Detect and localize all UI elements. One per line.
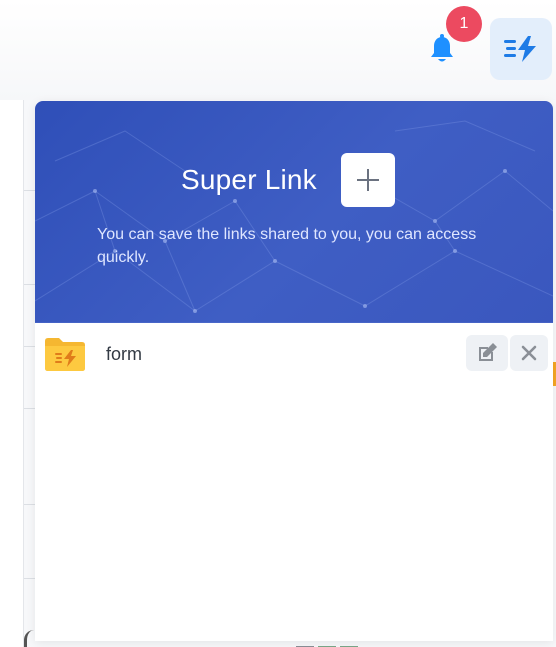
folder-bolt-icon [45, 338, 85, 371]
panel-description: You can save the links shared to you, yo… [97, 226, 477, 266]
link-list: form [35, 323, 553, 385]
network-pattern [35, 120, 553, 323]
edit-icon [479, 343, 497, 361]
notification-bell-button[interactable] [429, 34, 455, 64]
bolt-list-icon [504, 36, 536, 62]
remove-link-button[interactable] [510, 335, 548, 371]
link-label[interactable]: form [106, 344, 142, 365]
close-icon [521, 345, 537, 361]
title-row: Super Link [181, 153, 395, 207]
superlink-toggle-button[interactable] [490, 18, 552, 80]
edit-link-button[interactable] [466, 335, 508, 371]
panel-header: Super Link You can save the links shared… [35, 101, 553, 323]
notification-count-badge: 1 [446, 6, 482, 42]
bell-icon [431, 34, 453, 62]
background-marks [296, 640, 376, 647]
list-item[interactable]: form [35, 323, 553, 385]
panel-title: Super Link [181, 164, 317, 195]
plus-icon [356, 169, 379, 191]
add-link-button[interactable] [340, 153, 395, 207]
app-left-strip [0, 100, 24, 647]
superlink-panel: Super Link You can save the links shared… [35, 101, 553, 641]
